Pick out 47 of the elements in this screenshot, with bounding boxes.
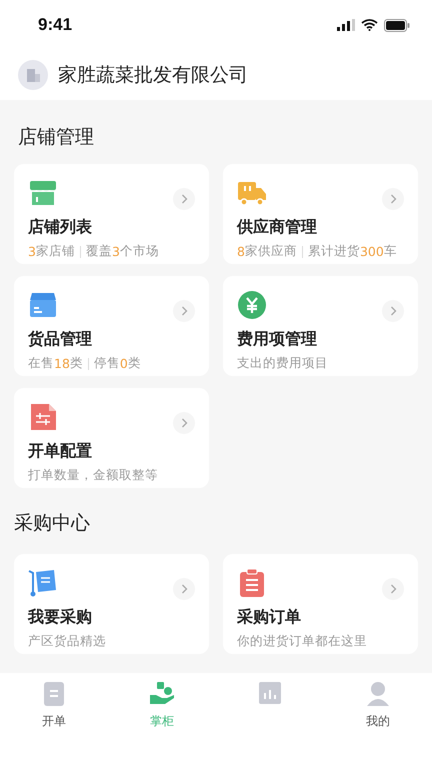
company-name: 家胜蔬菜批发有限公司	[58, 63, 248, 88]
card-subtitle: 你的进货订单都在这里	[237, 633, 368, 650]
menu-card[interactable]: 供应商管理 8家供应商 累计进货300车	[223, 164, 418, 264]
card-subtitle: 打单数量，金额取整等	[28, 467, 159, 484]
card-subtitle: 产区货品精选	[28, 633, 107, 650]
clipboard-icon	[237, 568, 267, 598]
bar-chart-icon	[256, 679, 284, 707]
tab-bar-item[interactable]: 开单	[0, 673, 108, 745]
company-avatar-icon	[18, 60, 48, 90]
menu-card[interactable]: 费用项管理 支出的费用项目	[223, 276, 418, 376]
card-title: 我要采购	[28, 607, 93, 628]
tab-bar-item[interactable]: 我的	[324, 673, 432, 745]
chevron-right-icon	[173, 578, 195, 600]
cart-icon	[28, 568, 58, 598]
card-subtitle: 8家供应商 累计进货300车	[237, 243, 398, 260]
menu-card[interactable]: 我要采购 产区货品精选	[14, 554, 209, 654]
menu-card[interactable]: 店铺列表 3家店铺 覆盖3个市场	[14, 164, 209, 264]
card-title: 货品管理	[28, 329, 93, 350]
card-title: 采购订单	[237, 607, 302, 628]
hand-coins-icon	[148, 679, 176, 707]
card-title: 费用项管理	[237, 329, 318, 350]
card-subtitle: 3家店铺 覆盖3个市场	[28, 243, 160, 260]
chevron-right-icon	[382, 578, 404, 600]
box-icon	[28, 290, 58, 320]
chevron-right-icon	[382, 300, 404, 322]
section-title: 店铺管理	[17, 125, 95, 150]
battery-icon	[384, 18, 410, 32]
signal-icon	[337, 19, 355, 31]
menu-card[interactable]: 货品管理 在售 18类 停售0类	[14, 276, 209, 376]
status-time: 9:41	[38, 15, 72, 35]
card-title: 供应商管理	[237, 217, 318, 238]
chevron-right-icon	[382, 188, 404, 210]
card-subtitle: 支出的费用项目	[237, 355, 329, 372]
card-title: 店铺列表	[28, 217, 93, 238]
card-title: 开单配置	[28, 441, 93, 462]
section-title: 采购中心	[14, 511, 91, 536]
document-sliders-icon	[28, 402, 58, 432]
card-subtitle: 在售 18类 停售0类	[28, 355, 142, 372]
chevron-right-icon	[173, 300, 195, 322]
menu-card[interactable]: 采购订单 你的进货订单都在这里	[223, 554, 418, 654]
yen-icon	[237, 290, 267, 320]
chevron-right-icon	[173, 188, 195, 210]
menu-card[interactable]: 开单配置 打单数量，金额取整等	[14, 388, 209, 488]
shop-icon	[28, 178, 58, 208]
wifi-icon	[361, 19, 378, 31]
chevron-right-icon	[173, 412, 195, 434]
person-icon	[364, 679, 392, 707]
